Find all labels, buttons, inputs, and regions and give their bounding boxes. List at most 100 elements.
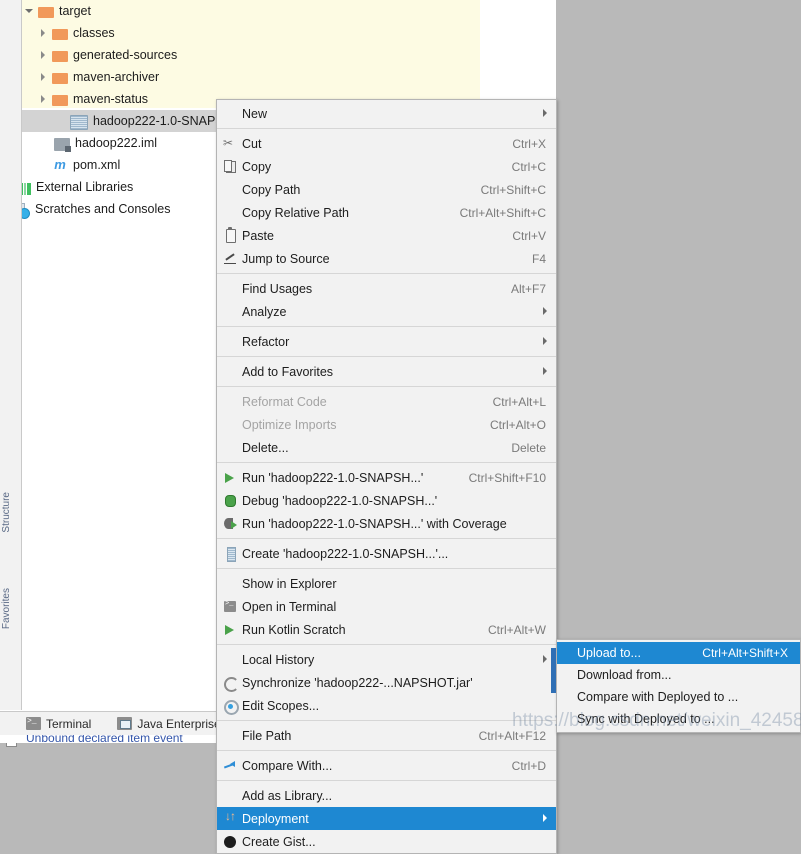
menu-item-file-path[interactable]: File Path Ctrl+Alt+F12 [217, 724, 556, 747]
run-icon [222, 470, 237, 485]
menu-item-label: Deployment [242, 811, 309, 826]
menu-item-label: Run 'hadoop222-1.0-SNAPSH...' [242, 470, 424, 485]
chevron-right-icon [543, 307, 547, 315]
menu-item-add-as-library[interactable]: Add as Library... [217, 784, 556, 807]
menu-item-add-to-favorites[interactable]: Add to Favorites [217, 360, 556, 383]
menu-item-label: Synchronize 'hadoop222-...NAPSHOT.jar' [242, 675, 473, 690]
chevron-right-icon[interactable] [38, 71, 50, 83]
menu-item-local-history[interactable]: Local History [217, 648, 556, 671]
menu-item-cut[interactable]: Cut Ctrl+X [217, 132, 556, 155]
menu-separator [217, 568, 556, 569]
menu-item-copy-path[interactable]: Copy Path Ctrl+Shift+C [217, 178, 556, 201]
menu-item-find-usages[interactable]: Find Usages Alt+F7 [217, 277, 556, 300]
menu-item-label: Local History [242, 652, 315, 667]
menu-item-run-hadoop222-1-0-snapsh-with-coverage[interactable]: Run 'hadoop222-1.0-SNAPSH...' with Cover… [217, 512, 556, 535]
folder-icon [38, 7, 54, 18]
copy-icon [222, 159, 237, 174]
menu-separator [217, 386, 556, 387]
menu-item-label: Cut [242, 136, 262, 151]
menu-item-label: Add as Library... [242, 788, 333, 803]
menu-item-debug-hadoop222-1-0-snapsh[interactable]: Debug 'hadoop222-1.0-SNAPSH...' [217, 489, 556, 512]
menu-item-reformat-code: Reformat Code Ctrl+Alt+L [217, 390, 556, 413]
menu-item-shortcut: Ctrl+Shift+C [480, 182, 546, 197]
submenu-item-compare-with-deployed-to[interactable]: Compare with Deployed to ... [557, 686, 800, 708]
bottom-tab-terminal-label: Terminal [46, 716, 92, 731]
menu-item-paste[interactable]: Paste Ctrl+V [217, 224, 556, 247]
github-icon [222, 834, 237, 849]
cut-icon [222, 136, 237, 151]
vertical-scrollbar-thumb[interactable] [551, 648, 556, 693]
chevron-right-icon [543, 367, 547, 375]
tree-item-classes[interactable]: classes [0, 22, 480, 44]
run-icon [222, 622, 237, 637]
menu-separator [217, 273, 556, 274]
left-strip-tab-favorites[interactable]: Favorites [1, 588, 21, 629]
menu-item-show-in-explorer[interactable]: Show in Explorer [217, 572, 556, 595]
submenu-item-label: Compare with Deployed to ... [577, 690, 739, 704]
bottom-tab-terminal[interactable]: Terminal [26, 715, 92, 731]
scope-icon [222, 698, 239, 715]
context-menu[interactable]: New Cut Ctrl+X Copy Ctrl+C Copy Path Ctrl+Shif… [216, 99, 557, 854]
chevron-down-icon[interactable] [24, 5, 36, 17]
menu-item-copy-relative-path[interactable]: Copy Relative Path Ctrl+Alt+Shift+C [217, 201, 556, 224]
menu-separator [217, 128, 556, 129]
menu-item-open-in-terminal[interactable]: Open in Terminal [217, 595, 556, 618]
menu-separator [217, 462, 556, 463]
menu-item-synchronize-hadoop222-napshot-jar[interactable]: Synchronize 'hadoop222-...NAPSHOT.jar' [217, 671, 556, 694]
tree-arrow-placeholder [38, 137, 50, 149]
menu-item-shortcut: Ctrl+Alt+Shift+C [459, 205, 546, 220]
menu-item-deployment[interactable]: Deployment [217, 807, 556, 830]
menu-item-label: Delete... [242, 440, 289, 455]
debug-icon [222, 493, 237, 508]
folder-icon [52, 73, 68, 84]
folder-icon [52, 95, 68, 106]
submenu-item-download-from[interactable]: Download from... [557, 664, 800, 686]
folder-icon [52, 51, 68, 62]
menu-item-copy[interactable]: Copy Ctrl+C [217, 155, 556, 178]
menu-item-label: Add to Favorites [242, 364, 334, 379]
chevron-right-icon[interactable] [38, 27, 50, 39]
menu-item-run-kotlin-scratch[interactable]: Run Kotlin Scratch Ctrl+Alt+W [217, 618, 556, 641]
paste-icon [222, 227, 237, 243]
tree-item-label: classes [73, 26, 115, 40]
coverage-icon [222, 516, 237, 531]
chevron-right-icon[interactable] [38, 49, 50, 61]
menu-item-label: Copy Path [242, 182, 301, 197]
menu-item-run-hadoop222-1-0-snapsh[interactable]: Run 'hadoop222-1.0-SNAPSH...' Ctrl+Shift+… [217, 466, 556, 489]
menu-item-label: Optimize Imports [242, 417, 337, 432]
menu-item-shortcut: F4 [531, 251, 546, 266]
maven-icon: m [54, 157, 66, 172]
tree-item-label: maven-archiver [73, 70, 160, 84]
tree-item-label: pom.xml [73, 158, 121, 172]
deployment-submenu[interactable]: Upload to... Ctrl+Alt+Shift+X Download fro… [556, 639, 801, 733]
menu-item-shortcut: Ctrl+X [512, 136, 546, 151]
menu-item-delete[interactable]: Delete... Delete [217, 436, 556, 459]
left-strip-tab-structure[interactable]: Structure [1, 492, 21, 533]
menu-separator [217, 326, 556, 327]
submenu-item-sync-with-deployed-to[interactable]: Sync with Deployed to ... [557, 708, 800, 730]
menu-item-label: Open in Terminal [242, 599, 337, 614]
menu-item-label: Run 'hadoop222-1.0-SNAPSH...' with Cover… [242, 516, 507, 531]
bottom-tab-java-enterprise[interactable]: Java Enterprise [117, 716, 221, 731]
menu-item-compare-with[interactable]: Compare With... Ctrl+D [217, 754, 556, 777]
chevron-right-icon[interactable] [38, 93, 50, 105]
menu-separator [217, 780, 556, 781]
menu-item-refactor[interactable]: Refactor [217, 330, 556, 353]
menu-item-shortcut: Ctrl+Alt+O [489, 417, 546, 432]
menu-item-label: Refactor [242, 334, 290, 349]
menu-item-new[interactable]: New [217, 102, 556, 125]
chevron-right-icon [543, 655, 547, 663]
left-tool-strip[interactable]: Structure Favorites [0, 0, 22, 710]
submenu-item-upload-to[interactable]: Upload to... Ctrl+Alt+Shift+X [557, 642, 800, 664]
tree-item-generated-sources[interactable]: generated-sources [0, 44, 480, 66]
menu-item-label: File Path [242, 728, 292, 743]
menu-item-jump-to-source[interactable]: Jump to Source F4 [217, 247, 556, 270]
menu-item-edit-scopes[interactable]: Edit Scopes... [217, 694, 556, 717]
tree-item-maven-archiver[interactable]: maven-archiver [0, 66, 480, 88]
pencil-icon [222, 251, 237, 266]
tree-item-target[interactable]: target [0, 0, 480, 22]
bottom-tab-java-enterprise-label: Java Enterprise [137, 716, 221, 731]
menu-item-create-hadoop222-1-0-snapsh[interactable]: Create 'hadoop222-1.0-SNAPSH...'... [217, 542, 556, 565]
menu-item-create-gist[interactable]: Create Gist... [217, 830, 556, 853]
menu-item-analyze[interactable]: Analyze [217, 300, 556, 323]
